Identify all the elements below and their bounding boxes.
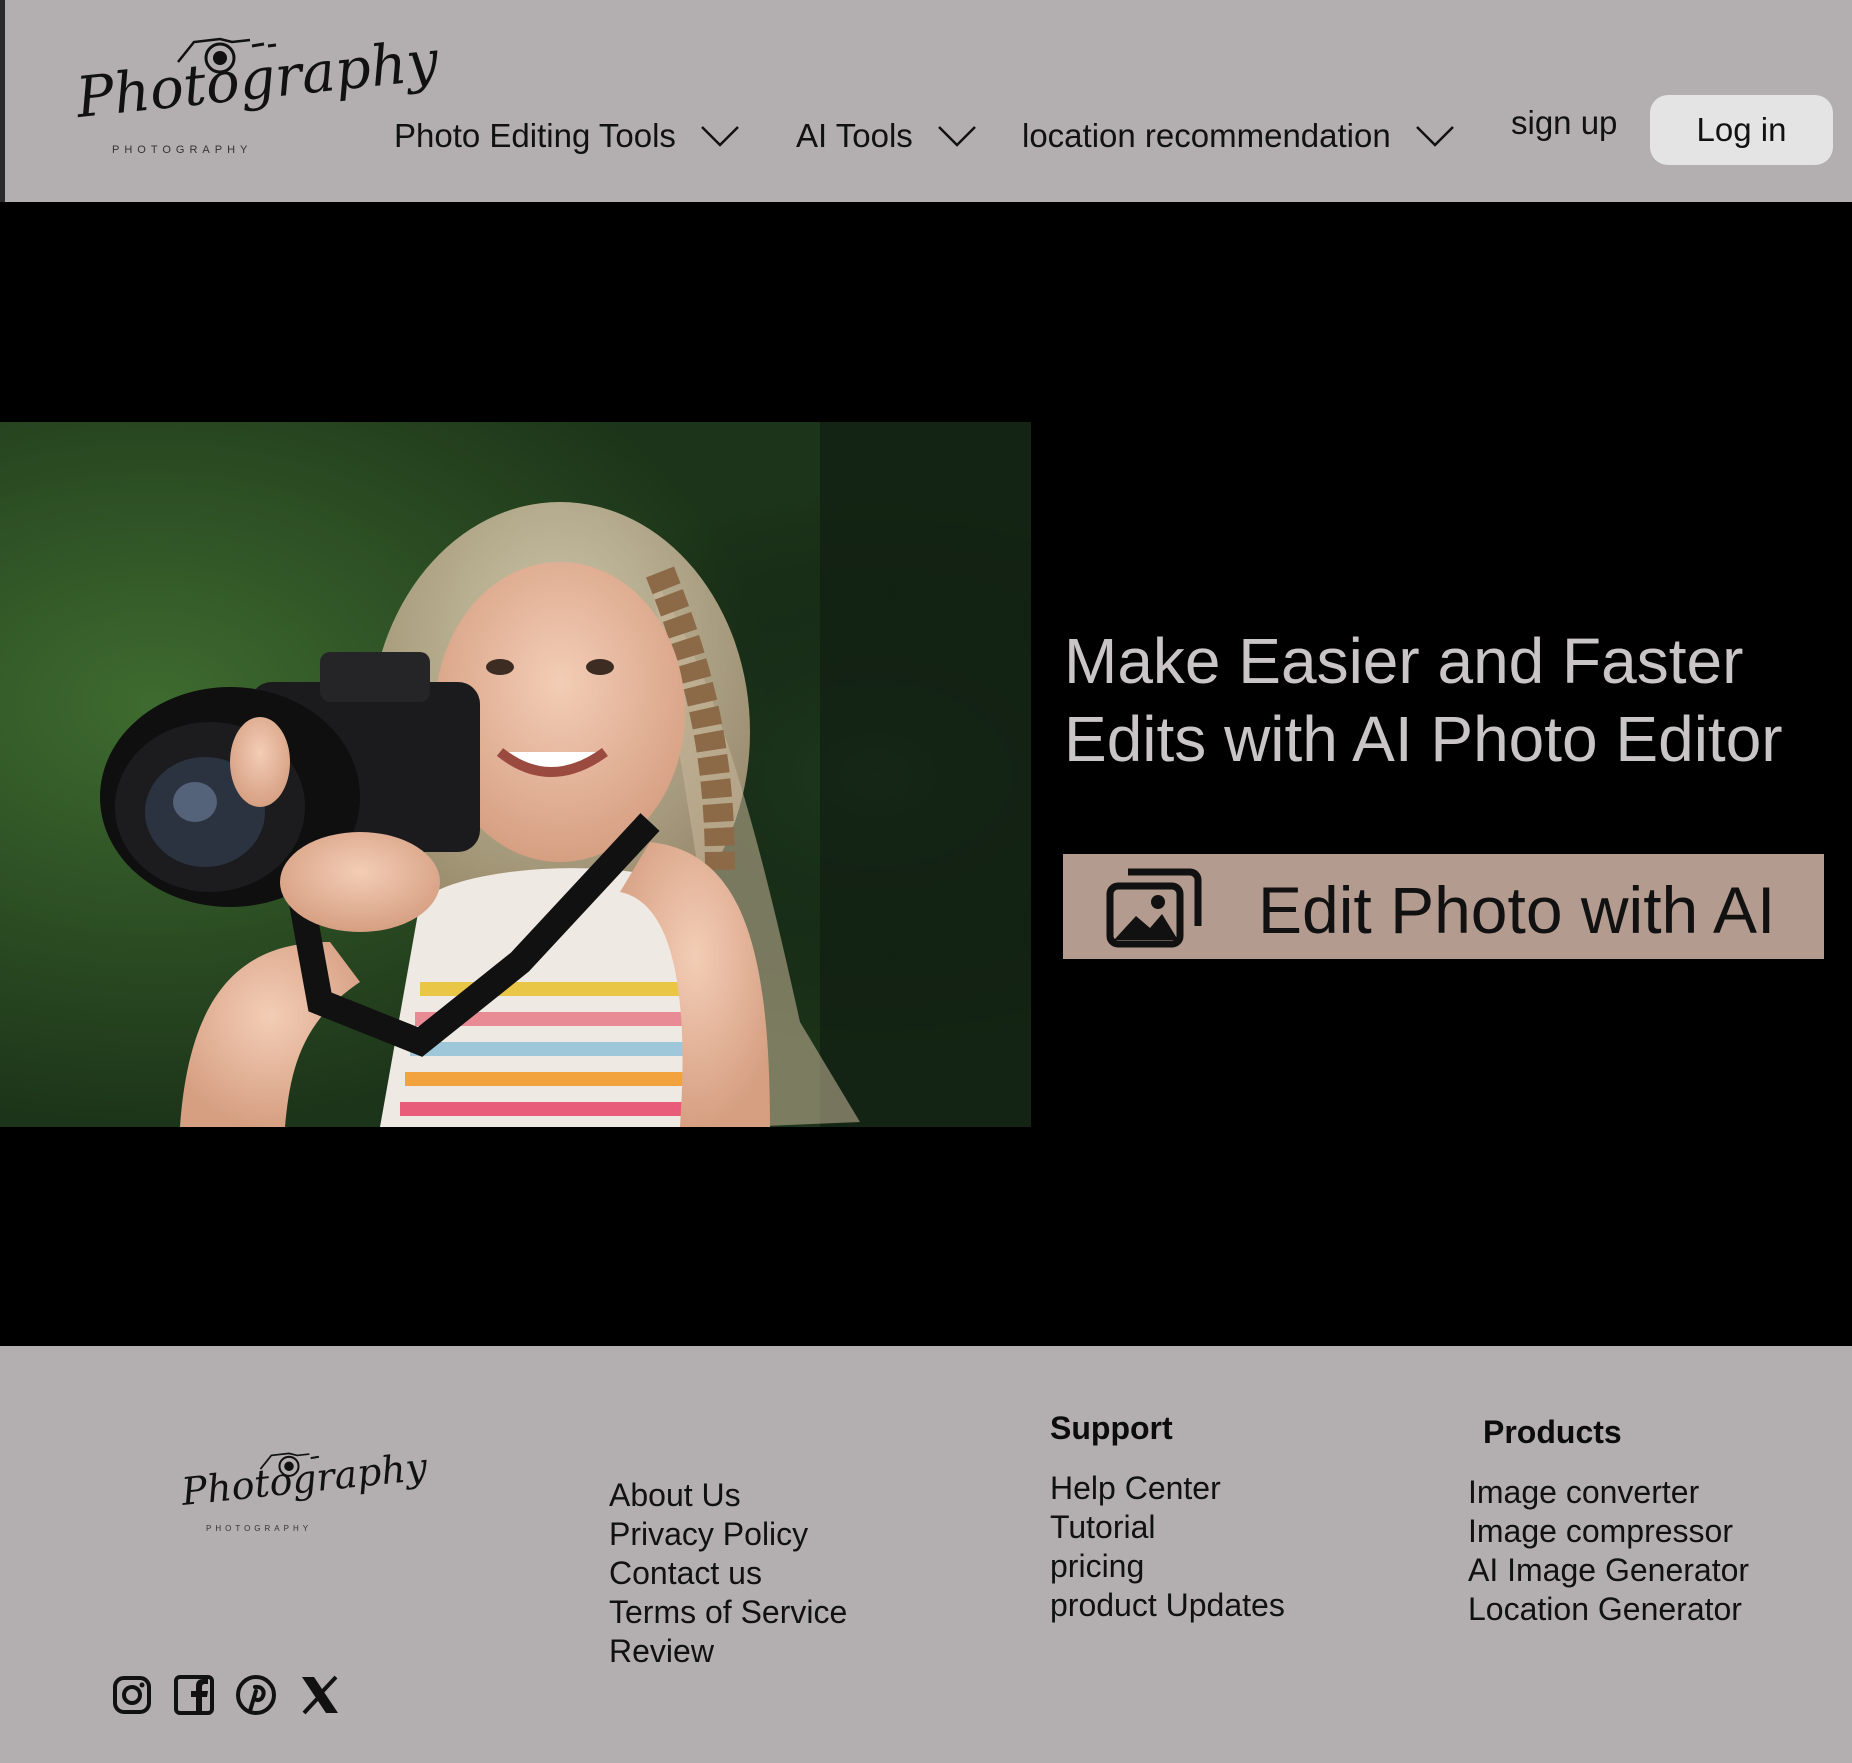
footer-link-ai-image-generator[interactable]: AI Image Generator bbox=[1468, 1551, 1749, 1590]
header-logo[interactable]: Photography PHOTOGRAPHY bbox=[70, 28, 441, 160]
footer-company-links: About Us Privacy Policy Contact us Terms… bbox=[609, 1476, 847, 1671]
chevron-down-icon bbox=[937, 126, 976, 147]
nav-location-recommendation[interactable]: location recommendation bbox=[1022, 112, 1455, 160]
cta-label: Edit Photo with AI bbox=[1258, 873, 1776, 947]
support-heading: Support bbox=[1050, 1410, 1173, 1446]
log-in-button[interactable]: Log in bbox=[1650, 95, 1833, 165]
nav-label: Photo Editing Tools bbox=[394, 117, 676, 154]
nav-label: location recommendation bbox=[1022, 117, 1391, 154]
instagram-icon[interactable] bbox=[110, 1673, 154, 1717]
footer-link-product-updates[interactable]: product Updates bbox=[1050, 1586, 1285, 1625]
footer-support-column: Support Help Center Tutorial pricing pro… bbox=[1050, 1410, 1285, 1625]
edit-photo-with-ai-button[interactable]: Edit Photo with AI bbox=[1063, 854, 1824, 959]
footer-products-column: Products Image converter Image compresso… bbox=[1468, 1414, 1749, 1629]
facebook-icon[interactable] bbox=[172, 1673, 216, 1717]
headline-line-2: Edits with AI Photo Editor bbox=[1064, 703, 1783, 775]
footer-logo[interactable]: Photography PHOTOGRAPHY bbox=[179, 1444, 429, 1540]
footer-link-location-generator[interactable]: Location Generator bbox=[1468, 1590, 1749, 1629]
chevron-down-icon bbox=[1415, 126, 1454, 147]
footer-link-contact-us[interactable]: Contact us bbox=[609, 1554, 847, 1593]
footer-link-image-converter[interactable]: Image converter bbox=[1468, 1473, 1749, 1512]
footer-link-pricing[interactable]: pricing bbox=[1050, 1547, 1285, 1586]
nav-label: AI Tools bbox=[796, 117, 913, 154]
site-header: Photography PHOTOGRAPHY Photo Editing To… bbox=[0, 0, 1852, 202]
hero-photo bbox=[0, 422, 1031, 1127]
footer-link-tutorial[interactable]: Tutorial bbox=[1050, 1508, 1285, 1547]
sign-up-link[interactable]: sign up bbox=[1511, 104, 1617, 142]
hero-headline: Make Easier and Faster Edits with AI Pho… bbox=[1064, 622, 1844, 778]
nav-ai-tools[interactable]: AI Tools bbox=[796, 112, 977, 160]
x-icon[interactable] bbox=[298, 1673, 342, 1717]
nav-photo-editing-tools[interactable]: Photo Editing Tools bbox=[394, 112, 740, 160]
logo-subtitle: PHOTOGRAPHY bbox=[206, 1524, 313, 1533]
gallery-icon bbox=[1106, 868, 1202, 948]
logo-subtitle: PHOTOGRAPHY bbox=[112, 144, 253, 156]
chevron-down-icon bbox=[701, 126, 739, 147]
header-edge bbox=[0, 0, 5, 202]
footer-link-help-center[interactable]: Help Center bbox=[1050, 1469, 1285, 1508]
footer-link-image-compressor[interactable]: Image compressor bbox=[1468, 1512, 1749, 1551]
headline-line-1: Make Easier and Faster bbox=[1064, 625, 1744, 697]
footer-link-review[interactable]: Review bbox=[609, 1632, 847, 1671]
footer-link-about-us[interactable]: About Us bbox=[609, 1476, 847, 1515]
pinterest-icon[interactable] bbox=[234, 1673, 278, 1717]
footer-link-privacy-policy[interactable]: Privacy Policy bbox=[609, 1515, 847, 1554]
footer-link-terms-of-service[interactable]: Terms of Service bbox=[609, 1593, 847, 1632]
products-heading: Products bbox=[1483, 1414, 1622, 1450]
